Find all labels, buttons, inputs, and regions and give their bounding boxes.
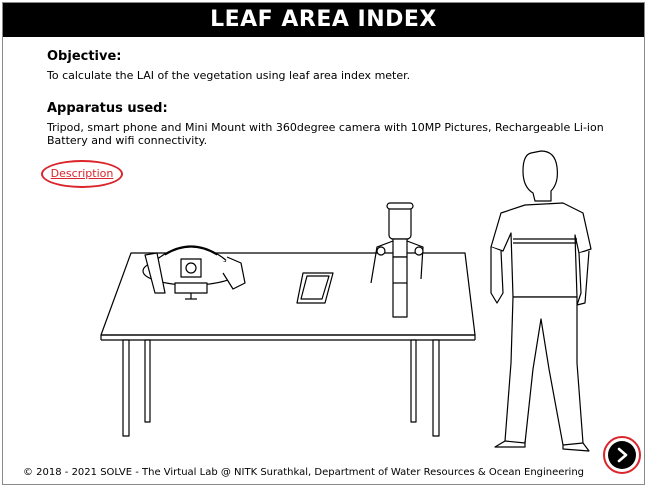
copyright-footer: © 2018 - 2021 SOLVE - The Virtual Lab @ … [22, 467, 585, 478]
chevron-right-icon [608, 441, 636, 469]
next-button[interactable] [603, 436, 641, 474]
person-illustration [490, 150, 592, 452]
apparatus-section: Apparatus used: Tripod, smart phone and … [47, 101, 624, 147]
page-title: LEAF AREA INDEX [3, 3, 644, 37]
apparatus-illustration [100, 150, 592, 452]
objective-heading: Objective: [47, 49, 122, 64]
apparatus-heading: Apparatus used: [47, 101, 168, 116]
objective-section: Objective: To calculate the LAI of the v… [47, 49, 624, 82]
lab-frame: LEAF AREA INDEX Objective: To calculate … [2, 2, 645, 485]
objective-text: To calculate the LAI of the vegetation u… [47, 69, 411, 82]
